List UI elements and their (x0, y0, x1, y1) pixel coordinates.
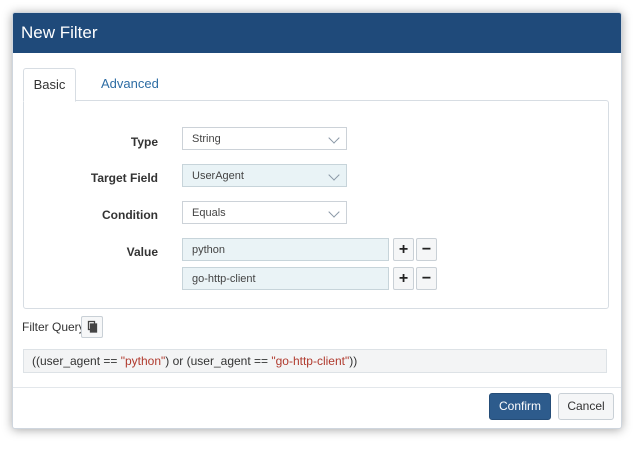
query-part: ) or (user_agent == (165, 354, 272, 368)
confirm-button[interactable]: Confirm (489, 393, 551, 420)
cancel-button[interactable]: Cancel (558, 393, 614, 420)
filter-query-label: Filter Query (22, 320, 85, 334)
value-input-1[interactable]: python (182, 238, 389, 261)
type-select-value: String (192, 133, 221, 145)
value-label: Value (126, 245, 158, 259)
condition-select[interactable]: Equals (182, 201, 347, 224)
chevron-down-icon (328, 169, 340, 181)
minus-icon: − (421, 270, 432, 287)
tab-advanced[interactable]: Advanced (89, 68, 171, 100)
footer-divider (13, 387, 621, 388)
condition-label: Condition (102, 208, 158, 222)
filter-query-text: ((user_agent == "python") or (user_agent… (23, 349, 607, 373)
query-part: ((user_agent == (32, 354, 121, 368)
tab-basic[interactable]: Basic (23, 68, 76, 102)
copy-query-button[interactable] (81, 316, 103, 338)
add-value-button[interactable]: + (393, 267, 414, 290)
remove-value-button[interactable]: − (416, 267, 437, 290)
plus-icon: + (398, 270, 409, 287)
plus-icon: + (398, 241, 409, 258)
copy-icon (87, 320, 98, 333)
target-field-select-value: UserAgent (192, 170, 244, 182)
minus-icon: − (421, 241, 432, 258)
type-label: Type (130, 135, 158, 149)
chevron-down-icon (328, 132, 340, 144)
chevron-down-icon (328, 206, 340, 218)
remove-value-button[interactable]: − (416, 238, 437, 261)
query-string-literal: "go-http-client" (271, 354, 350, 368)
dialog-title: New Filter (13, 13, 621, 53)
value-input-2[interactable]: go-http-client (182, 267, 389, 290)
target-field-select[interactable]: UserAgent (182, 164, 347, 187)
target-field-label: Target Field (90, 171, 158, 185)
type-select[interactable]: String (182, 127, 347, 150)
query-part: )) (349, 354, 358, 368)
query-string-literal: "python" (120, 354, 166, 368)
condition-select-value: Equals (192, 207, 226, 219)
new-filter-dialog: New Filter Basic Advanced Type String Ta… (12, 12, 622, 429)
add-value-button[interactable]: + (393, 238, 414, 261)
basic-panel: Type String Target Field UserAgent Condi… (23, 100, 609, 309)
